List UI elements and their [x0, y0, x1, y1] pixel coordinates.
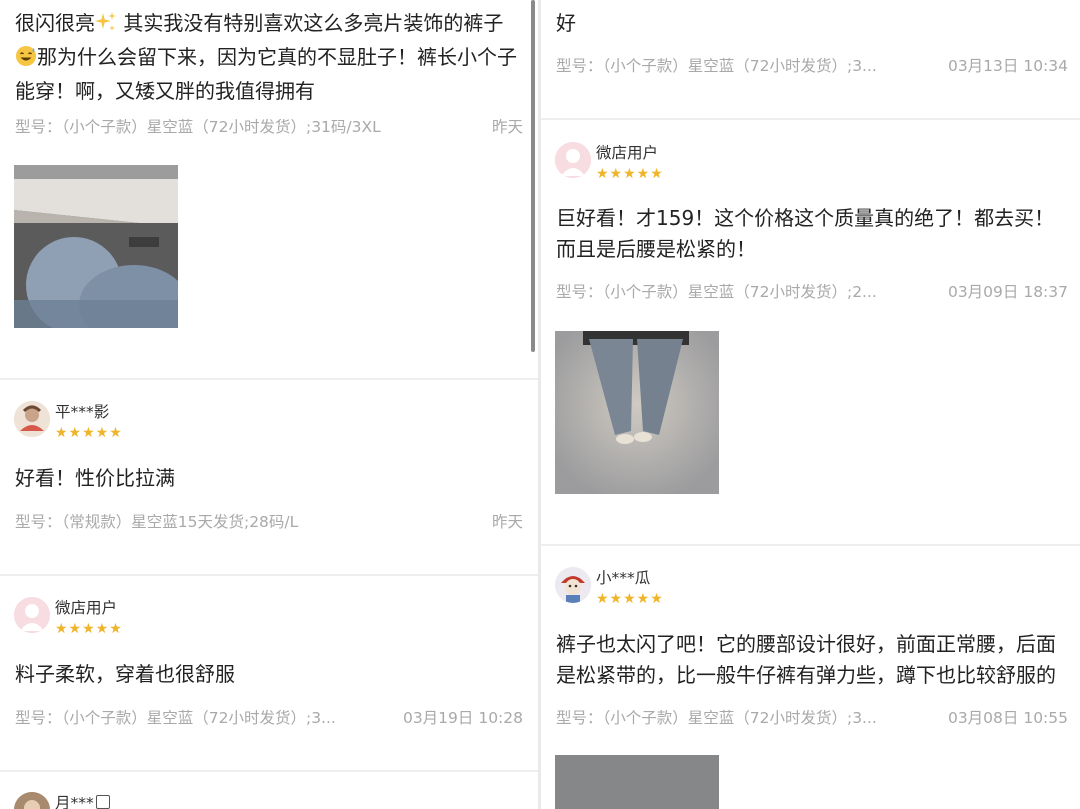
review-photo[interactable] — [555, 755, 719, 809]
product-variant: 型号：（常规款）星空蓝15天发货;28码/L — [15, 513, 299, 531]
review-column-right: 好 型号：（小个子款）星空蓝（72小时发货）;3... 03月13日 10:34… — [541, 0, 1080, 809]
star-rating: ★★★★★ — [596, 591, 664, 607]
product-variant: 型号：（小个子款）星空蓝（72小时发货）;3... — [556, 57, 877, 75]
review-date: 昨天 — [491, 513, 523, 531]
username: 微店用户 — [596, 144, 659, 162]
avatar[interactable] — [14, 597, 50, 633]
review-photo[interactable] — [14, 165, 178, 328]
separator — [0, 574, 538, 576]
review-text: 好看！性价比拉满 — [15, 466, 175, 490]
username: 微店用户 — [55, 599, 118, 617]
sweat-smile-icon — [15, 45, 37, 76]
product-variant: 型号：（小个子款）星空蓝（72小时发货）;2... — [556, 283, 877, 301]
review-column-left: 很闪很亮 其实我没有特别喜欢这么多亮片装饰的裤子 那为什么会留下来，因为它真的不… — [0, 0, 538, 809]
product-variant: 型号：（小个子款）星空蓝（72小时发货）;3... — [556, 709, 877, 727]
username: 平***影 — [55, 403, 110, 421]
review-text: 好 — [556, 11, 576, 35]
avatar[interactable] — [14, 401, 50, 437]
avatar[interactable] — [14, 792, 50, 809]
review-text: 裤子也太闪了吧！它的腰部设计很好，前面正常腰，后面是松紧带的，比一般牛仔裤有弹力… — [556, 632, 1056, 687]
avatar[interactable] — [555, 567, 591, 603]
star-rating: ★★★★★ — [55, 621, 123, 637]
separator — [0, 378, 538, 380]
review-date: 03月19日 10:28 — [402, 709, 523, 727]
review-photo[interactable] — [555, 331, 719, 494]
review-date: 03月13日 10:34 — [947, 57, 1068, 75]
star-rating: ★★★★★ — [55, 425, 123, 441]
separator — [541, 118, 1080, 120]
review-text: 巨好看！才159！这个价格这个质量真的绝了！都去买！而且是后腰是松紧的！ — [556, 206, 1055, 261]
product-variant: 型号：（小个子款）星空蓝（72小时发货）;31码/3XL — [15, 118, 381, 136]
username-text: 月*** — [55, 794, 94, 809]
scrollbar[interactable] — [531, 0, 535, 352]
emoji-icon — [95, 795, 110, 809]
review-date: 03月08日 10:55 — [947, 709, 1068, 727]
review-text: 料子柔软，穿着也很舒服 — [15, 662, 235, 686]
username: 小***瓜 — [596, 569, 651, 587]
separator — [0, 770, 538, 772]
avatar[interactable] — [555, 142, 591, 178]
sparkles-icon — [95, 11, 117, 42]
review-text-part: 那为什么会留下来，因为它真的不显肚子！裤长小个子能穿！啊，又矮又胖的我值得拥有 — [15, 45, 517, 103]
star-rating: ★★★★★ — [596, 166, 664, 182]
username: 月*** — [55, 791, 110, 809]
review-date: 昨天 — [491, 118, 523, 136]
review-date: 03月09日 18:37 — [947, 283, 1068, 301]
review-text-part: 很闪很亮 — [15, 11, 95, 35]
review-text-part: 其实我没有特别喜欢这么多亮片装饰的裤子 — [123, 11, 504, 35]
separator — [541, 544, 1080, 546]
product-variant: 型号：（小个子款）星空蓝（72小时发货）;3... — [15, 709, 336, 727]
review-text: 很闪很亮 其实我没有特别喜欢这么多亮片装饰的裤子 那为什么会留下来，因为它真的不… — [15, 8, 520, 107]
